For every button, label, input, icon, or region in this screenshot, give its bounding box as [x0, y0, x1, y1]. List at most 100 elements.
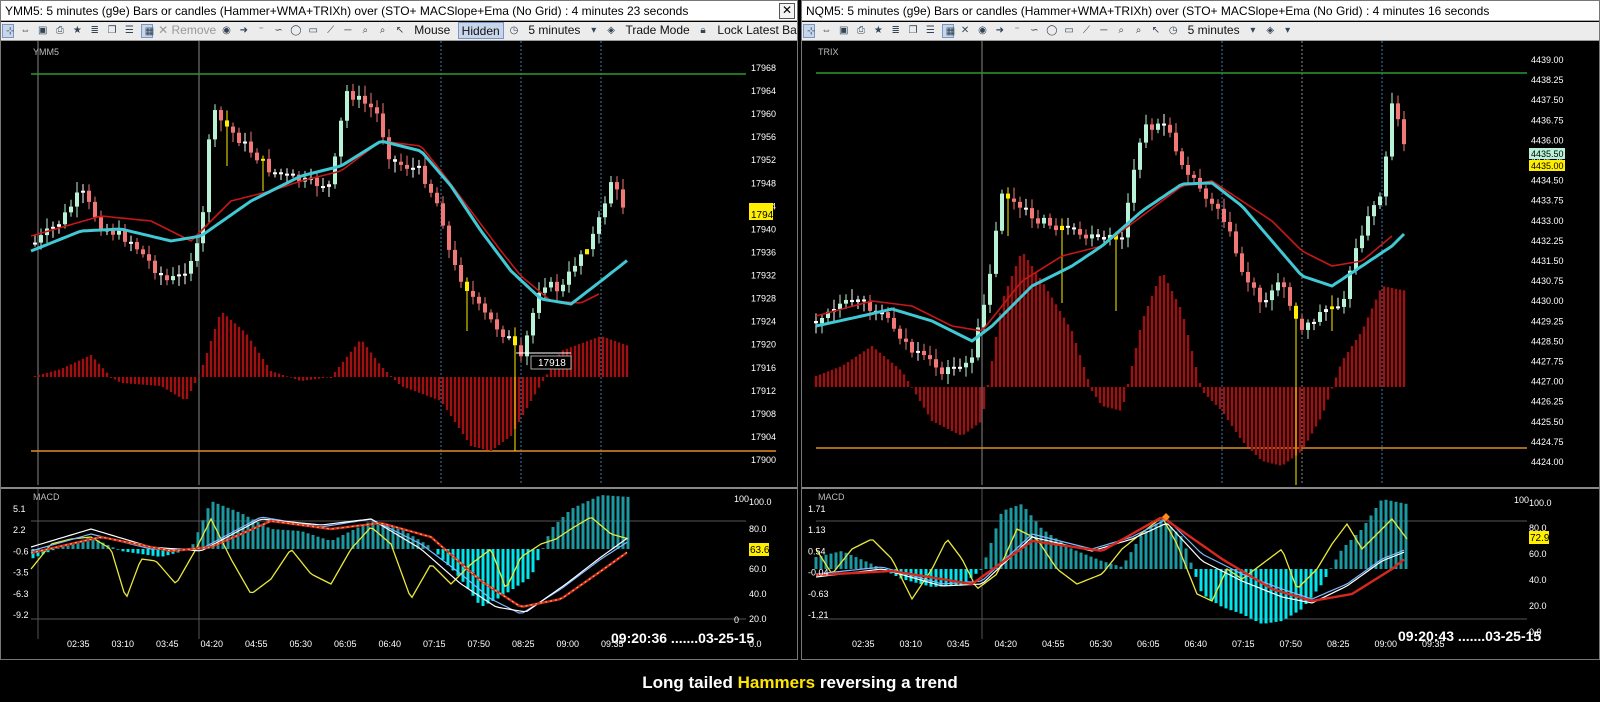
zoom-out-icon[interactable]: ⁻ — [1011, 24, 1023, 38]
macd-bar — [1124, 560, 1128, 569]
histogram-bar — [373, 357, 377, 377]
histogram-bar — [445, 377, 449, 410]
histogram-bar — [1334, 377, 1338, 387]
overflow-icon[interactable]: ▾ — [1282, 24, 1294, 38]
zoom-in-icon[interactable]: ⌕ — [1115, 24, 1127, 38]
histogram-bar — [453, 377, 457, 422]
oscillator-panel[interactable]: MACD 5.1 2.2 -0.6 -3.5 -6.3 -9.2 100 100.0 80.0… — [1, 487, 797, 661]
candle-body — [1276, 282, 1280, 291]
candle-body — [219, 110, 223, 121]
remove-button[interactable]: ✕ Remove — [158, 22, 216, 39]
notes-icon[interactable]: ≣ — [89, 24, 101, 38]
forward-icon[interactable]: ➜ — [994, 24, 1006, 38]
pan-icon[interactable]: ⇔ — [19, 24, 31, 38]
macd-bar — [321, 538, 325, 549]
save-icon[interactable]: ▣ — [838, 24, 850, 38]
hidden-toggle[interactable]: Hidden — [457, 22, 504, 39]
pointer-icon[interactable]: ↖ — [1150, 24, 1162, 38]
grid-icon[interactable]: ▦ — [941, 24, 955, 38]
axis-label: 2.2 — [13, 525, 26, 535]
candle-body — [916, 350, 920, 353]
copy-icon[interactable]: ❐ — [106, 24, 118, 38]
star-icon[interactable]: ★ — [872, 24, 884, 38]
macd-bar — [246, 516, 250, 549]
remove-icon[interactable]: ✕ — [959, 24, 971, 38]
dropdown-icon[interactable]: ▾ — [1247, 24, 1259, 38]
copy-icon[interactable]: ❐ — [907, 24, 919, 38]
rectangle-icon[interactable]: ▭ — [307, 24, 319, 38]
line-icon[interactable]: ─ — [342, 24, 354, 38]
print-icon[interactable]: ⎙ — [855, 24, 867, 38]
histogram-bar — [433, 377, 437, 399]
close-button[interactable]: ✕ — [779, 3, 795, 19]
candle-body — [934, 359, 938, 368]
grid-icon[interactable]: ▦ — [140, 24, 154, 38]
trendline-icon[interactable]: ⟋ — [325, 24, 337, 38]
histogram-bar — [938, 387, 942, 425]
macd-bar — [1329, 568, 1333, 569]
candle-body — [621, 189, 625, 208]
window-title[interactable]: YMM5: 5 minutes (g9e) Bars or candles (H… — [1, 1, 797, 21]
candle-body — [1120, 237, 1124, 240]
window-title[interactable]: NQM5: 5 minutes (g9e) Bars or candles (H… — [802, 1, 1599, 21]
trix-histogram — [814, 254, 1406, 466]
histogram-bar — [1050, 297, 1054, 387]
interval-select[interactable]: 5 minutes — [1185, 22, 1243, 39]
macd-bar — [1369, 515, 1373, 569]
interval-select[interactable]: 5 minutes — [525, 22, 583, 39]
list-icon[interactable]: ☰ — [924, 24, 936, 38]
pointer-icon[interactable]: ↖ — [394, 24, 406, 38]
forward-icon[interactable]: ➜ — [238, 24, 250, 38]
pan-icon[interactable]: ⇔ — [820, 24, 832, 38]
camera-icon[interactable]: ◉ — [976, 24, 988, 38]
axis-label: -0.6 — [13, 546, 29, 556]
zoom-in-icon[interactable]: ⌕ — [359, 24, 371, 38]
dropdown-icon[interactable]: ▾ — [588, 24, 600, 38]
trade-mode-button[interactable]: Trade Mode — [622, 22, 692, 39]
histogram-bar — [946, 387, 950, 429]
cursor-icon[interactable]: ⊹ — [2, 24, 14, 38]
line-icon[interactable]: ─ — [1098, 24, 1110, 38]
curve-icon[interactable]: ∽ — [273, 24, 285, 38]
cursor-icon[interactable]: ⊹ — [803, 24, 815, 38]
axis-label: -9.2 — [13, 610, 29, 620]
star-icon[interactable]: ★ — [71, 24, 83, 38]
panel-label: YMM5 — [33, 47, 59, 57]
candle-body — [1210, 198, 1214, 204]
curve-icon[interactable]: ∽ — [1028, 24, 1040, 38]
save-icon[interactable]: ▣ — [37, 24, 49, 38]
histogram-bar — [1078, 355, 1082, 387]
oscillator-panel[interactable]: MACD 1.71 1.13 0.54 -0.04 -0.63 -1.21 100 100.… — [802, 487, 1599, 661]
zoom-icon[interactable]: ⌕ — [1133, 24, 1145, 38]
price-panel[interactable]: YMM5 17968179641796017956179521794817944… — [1, 41, 797, 485]
print-icon[interactable]: ⎙ — [54, 24, 66, 38]
macd-bar — [131, 549, 135, 553]
list-icon[interactable]: ☰ — [123, 24, 135, 38]
notes-icon[interactable]: ≣ — [890, 24, 902, 38]
histogram-bar — [89, 355, 93, 377]
trade-icon[interactable]: ◈ — [1264, 24, 1276, 38]
chart-window-nqm5[interactable]: NQM5: 5 minutes (g9e) Bars or candles (H… — [801, 0, 1600, 660]
zoom-out-icon[interactable]: ⁻ — [255, 24, 267, 38]
histogram-bar — [1170, 291, 1174, 387]
histogram-bar — [1270, 387, 1274, 464]
lock-latest-bar-button[interactable]: Lock Latest Bar — [714, 22, 797, 39]
trendline-icon[interactable]: ⟋ — [1081, 24, 1093, 38]
zoom-icon[interactable]: ⌕ — [377, 24, 389, 38]
histogram-bar — [1254, 387, 1258, 455]
histogram-bar — [297, 377, 301, 381]
ellipse-icon[interactable]: ◯ — [1046, 24, 1058, 38]
chart-window-ymm5[interactable]: YMM5: 5 minutes (g9e) Bars or candles (H… — [0, 0, 798, 660]
histogram-bar — [830, 369, 834, 387]
candle-body — [1132, 169, 1136, 203]
axis-label: 4427.00 — [1531, 377, 1564, 387]
histogram-bar — [1326, 387, 1330, 400]
ellipse-icon[interactable]: ◯ — [290, 24, 302, 38]
axis-label: 4436.75 — [1531, 115, 1564, 125]
histogram-bar — [237, 326, 241, 377]
price-panel[interactable]: TRIX 4439.00 4438.25 4437.50 4436.75 4436.00… — [802, 41, 1599, 485]
mouse-button[interactable]: Mouse — [411, 22, 453, 39]
histogram-bar — [1162, 275, 1166, 387]
camera-icon[interactable]: ◉ — [221, 24, 233, 38]
rectangle-icon[interactable]: ▭ — [1063, 24, 1075, 38]
